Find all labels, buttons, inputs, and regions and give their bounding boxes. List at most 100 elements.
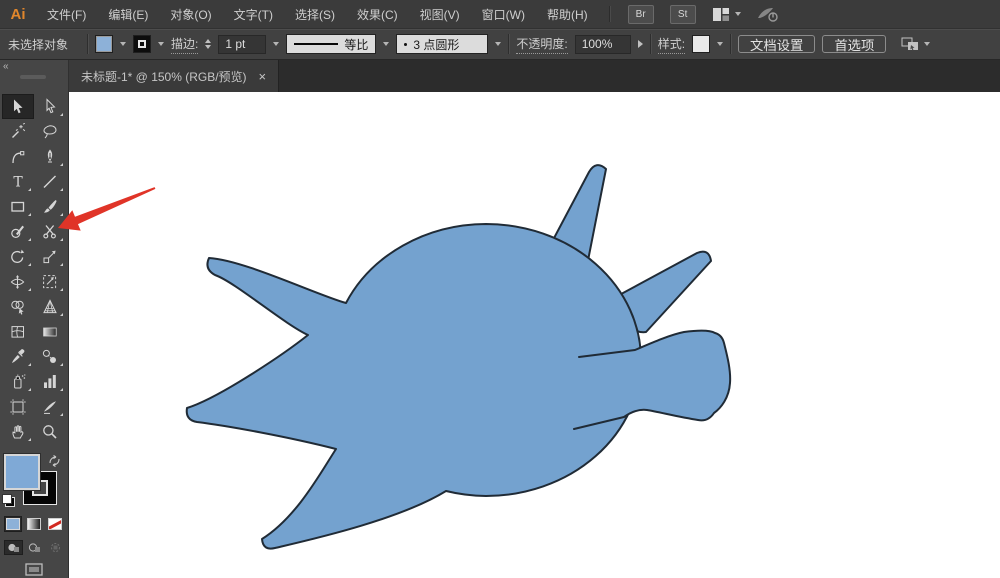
scale-tool[interactable] <box>34 244 66 269</box>
none-button[interactable] <box>46 516 64 532</box>
perspective-grid-tool[interactable] <box>34 294 66 319</box>
arrange-documents-icon <box>901 37 919 51</box>
opacity-submenu-arrow[interactable] <box>637 40 643 48</box>
menu-item-help[interactable]: 帮助(H) <box>536 0 599 28</box>
menu-item-object[interactable]: 对象(O) <box>159 0 222 28</box>
menu-item-select[interactable]: 选择(S) <box>284 0 346 28</box>
menu-item-file[interactable]: 文件(F) <box>36 0 97 28</box>
sun-shape-object[interactable] <box>185 164 732 550</box>
gradient-tool[interactable] <box>34 319 66 344</box>
draw-normal-button[interactable] <box>3 540 23 555</box>
none-swatch <box>48 518 62 530</box>
preferences-button[interactable]: 首选项 <box>822 35 887 53</box>
chevron-down-icon[interactable] <box>383 42 390 46</box>
eyedropper-tool[interactable] <box>2 344 34 369</box>
workspace-layout-button[interactable] <box>712 7 741 22</box>
chevron-down-icon <box>924 42 931 46</box>
blend-tool[interactable] <box>34 344 66 369</box>
pen-tool[interactable] <box>34 144 66 169</box>
gpu-performance-icon <box>757 7 778 22</box>
collapse-panel-icon[interactable]: « <box>3 62 9 72</box>
rotate-tool[interactable] <box>2 244 34 269</box>
menu-item-window[interactable]: 窗口(W) <box>471 0 536 28</box>
fill-proxy[interactable] <box>3 453 41 491</box>
control-bar: 未选择对象 描边: 1 pt 等比 3 点圆形 不透明度: 100% 样式: 文… <box>0 29 1000 60</box>
lasso-tool[interactable] <box>34 119 66 144</box>
chevron-down-icon[interactable] <box>717 42 724 46</box>
stroke-weight-label[interactable]: 描边: <box>171 35 199 54</box>
default-fill-stroke-icon[interactable] <box>2 494 15 507</box>
column-graph-tool[interactable] <box>34 369 66 394</box>
stroke-weight-field[interactable]: 1 pt <box>218 34 267 54</box>
document-tab[interactable]: 未标题-1* @ 150% (RGB/预览) × <box>69 60 280 92</box>
magic-wand-tool[interactable] <box>2 119 34 144</box>
drawing-mode-row <box>0 540 68 556</box>
chevron-down-icon[interactable] <box>120 42 126 46</box>
line-segment-tool[interactable] <box>34 169 66 194</box>
fill-color-swatch[interactable] <box>95 35 113 53</box>
menu-item-type[interactable]: 文字(T) <box>223 0 284 28</box>
free-transform-tool[interactable] <box>34 269 66 294</box>
draw-behind-button[interactable] <box>25 540 44 555</box>
screen-mode-button[interactable] <box>24 562 44 576</box>
arrange-documents-button[interactable] <box>901 36 931 52</box>
menu-item-view[interactable]: 视图(V) <box>409 0 471 28</box>
divider <box>649 34 651 54</box>
zoom-tool[interactable] <box>34 419 66 444</box>
width-profile-select[interactable]: 等比 <box>286 34 377 54</box>
stroke-weight-stepper[interactable] <box>205 39 212 49</box>
menu-item-edit[interactable]: 编辑(E) <box>97 0 159 28</box>
style-swatch[interactable] <box>692 35 711 53</box>
draw-inside-button[interactable] <box>46 540 65 555</box>
stroke-color-swatch[interactable] <box>133 35 151 53</box>
type-tool[interactable]: T <box>2 169 34 194</box>
app-logo: Ai <box>10 5 26 23</box>
brush-definition-select[interactable]: 3 点圆形 <box>396 34 489 54</box>
gradient-button[interactable] <box>25 516 43 532</box>
selection-status: 未选择对象 <box>8 37 69 52</box>
stock-button[interactable]: St <box>669 4 696 24</box>
scissors-tool[interactable] <box>34 219 66 244</box>
shape-builder-tool[interactable] <box>2 294 34 319</box>
close-tab-icon[interactable]: × <box>259 70 267 83</box>
artboard-canvas[interactable] <box>69 92 1000 578</box>
selection-tool[interactable] <box>2 94 34 119</box>
chevron-down-icon[interactable] <box>158 42 164 46</box>
panel-grip[interactable] <box>20 75 46 79</box>
divider <box>508 34 510 54</box>
color-swatch <box>6 518 20 530</box>
menu-item-effect[interactable]: 效果(C) <box>346 0 409 28</box>
document-title: 未标题-1* @ 150% (RGB/预览) <box>81 69 247 84</box>
curvature-tool[interactable] <box>2 144 34 169</box>
width-tool[interactable] <box>2 269 34 294</box>
tool-panel-header[interactable]: « <box>0 60 68 94</box>
bridge-button[interactable]: Br <box>627 4 654 24</box>
hand-tool[interactable] <box>2 419 34 444</box>
mesh-tool[interactable] <box>2 319 34 344</box>
slice-tool[interactable] <box>34 394 66 419</box>
chevron-down-icon[interactable] <box>273 42 280 46</box>
gpu-performance-button[interactable] <box>757 6 779 23</box>
shaper-tool[interactable] <box>2 219 34 244</box>
document-setup-button[interactable]: 文档设置 <box>738 35 816 53</box>
swap-fill-stroke-icon[interactable] <box>48 454 61 472</box>
rectangle-tool[interactable] <box>2 194 34 219</box>
symbol-sprayer-tool[interactable] <box>2 369 34 394</box>
opacity-label[interactable]: 不透明度: <box>516 35 568 54</box>
opacity-field[interactable]: 100% <box>574 34 631 54</box>
direct-selection-tool[interactable] <box>34 94 66 119</box>
stroke-profile-preview <box>294 43 339 45</box>
brush-definition-label: 3 点圆形 <box>413 37 460 52</box>
chevron-down-icon[interactable] <box>495 42 502 46</box>
width-profile-label: 等比 <box>344 37 369 52</box>
paintbrush-tool[interactable] <box>34 194 66 219</box>
fill-stroke-indicator <box>0 453 68 510</box>
layout-icon <box>712 7 729 21</box>
color-mode-row <box>0 516 68 534</box>
illustrator-window: Ai 文件(F) 编辑(E) 对象(O) 文字(T) 选择(S) 效果(C) 视图(V) 窗口… <box>0 0 1000 578</box>
tool-panel: « T <box>0 60 69 578</box>
color-fill-button[interactable] <box>4 516 22 532</box>
style-label[interactable]: 样式: <box>657 35 686 54</box>
svg-text:T: T <box>13 174 23 190</box>
artboard-tool[interactable] <box>2 394 34 419</box>
